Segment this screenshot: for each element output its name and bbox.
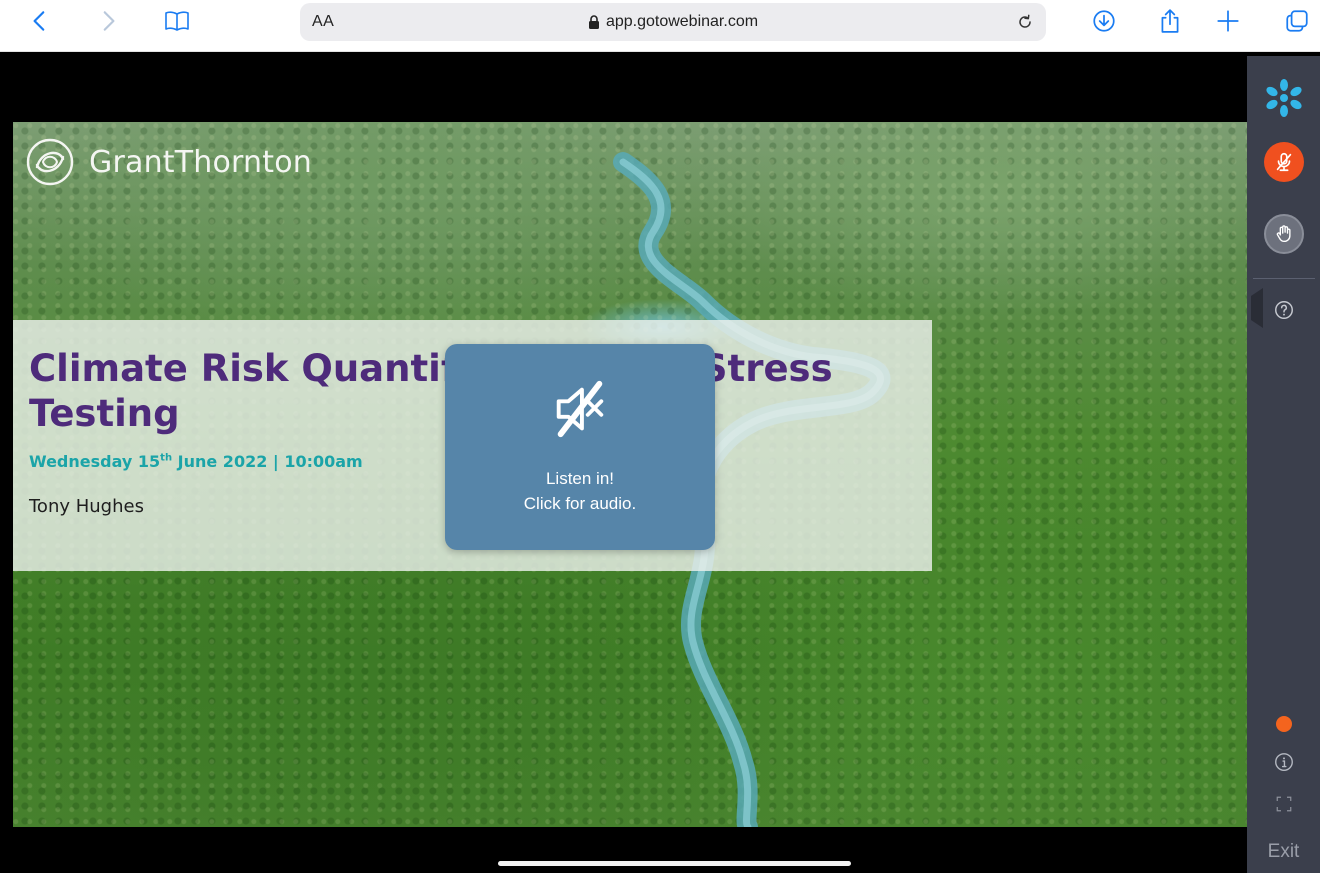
bookmarks-button[interactable]	[157, 0, 197, 42]
raise-hand-icon	[1276, 225, 1291, 243]
tabs-button[interactable]	[1277, 0, 1317, 42]
audio-popup-line1: Listen in!	[545, 469, 615, 488]
home-indicator[interactable]	[498, 861, 851, 866]
status-indicator	[1247, 714, 1320, 734]
chevron-left-icon	[33, 11, 45, 31]
presenter-name: Tony Hughes	[29, 496, 144, 517]
lock-icon	[588, 15, 600, 29]
reload-icon	[1019, 14, 1031, 28]
chevron-right-icon	[103, 11, 115, 31]
audio-popup-line2: Click for audio.	[523, 494, 637, 513]
new-tab-button[interactable]	[1208, 0, 1248, 42]
question-icon	[1274, 301, 1293, 319]
raise-hand-button[interactable]	[1247, 212, 1320, 256]
book-icon	[165, 11, 189, 31]
plus-icon	[1217, 10, 1239, 32]
info-icon	[1274, 753, 1293, 771]
microphone-muted-icon	[1276, 152, 1291, 172]
grant-thornton-logo-icon	[26, 138, 74, 186]
control-panel: Exit	[1247, 56, 1320, 873]
listen-in-audio-button[interactable]: Listen in! Click for audio.	[445, 344, 715, 550]
microphone-button[interactable]	[1247, 140, 1320, 184]
grant-thornton-logo: GrantThornton	[25, 138, 312, 186]
download-icon	[1093, 10, 1115, 32]
panel-divider	[1253, 278, 1315, 279]
address-bar[interactable]: AA app.gotowebinar.com	[300, 3, 1046, 41]
tabs-icon	[1286, 10, 1308, 32]
share-icon	[1161, 9, 1179, 33]
forward-button[interactable]	[88, 0, 128, 42]
browser-toolbar: AA app.gotowebinar.com	[0, 0, 1320, 52]
slide-date: Wednesday 15th June 2022 | 10:00am	[29, 452, 363, 471]
fullscreen-button[interactable]	[1247, 792, 1320, 816]
fullscreen-icon	[1276, 796, 1291, 812]
exit-button[interactable]: Exit	[1247, 836, 1320, 868]
url-text: app.gotowebinar.com	[605, 13, 759, 30]
share-button[interactable]	[1150, 0, 1190, 42]
exit-label: Exit	[1267, 841, 1300, 862]
gotowebinar-logo	[1247, 76, 1320, 120]
back-button[interactable]	[20, 0, 60, 42]
speaker-muted-icon	[556, 380, 604, 438]
gotowebinar-snowflake-icon	[1265, 79, 1302, 117]
logo-wordmark: GrantThornton	[89, 144, 312, 180]
reload-button[interactable]	[1010, 3, 1040, 41]
download-button[interactable]	[1084, 0, 1124, 42]
info-button[interactable]	[1247, 748, 1320, 776]
